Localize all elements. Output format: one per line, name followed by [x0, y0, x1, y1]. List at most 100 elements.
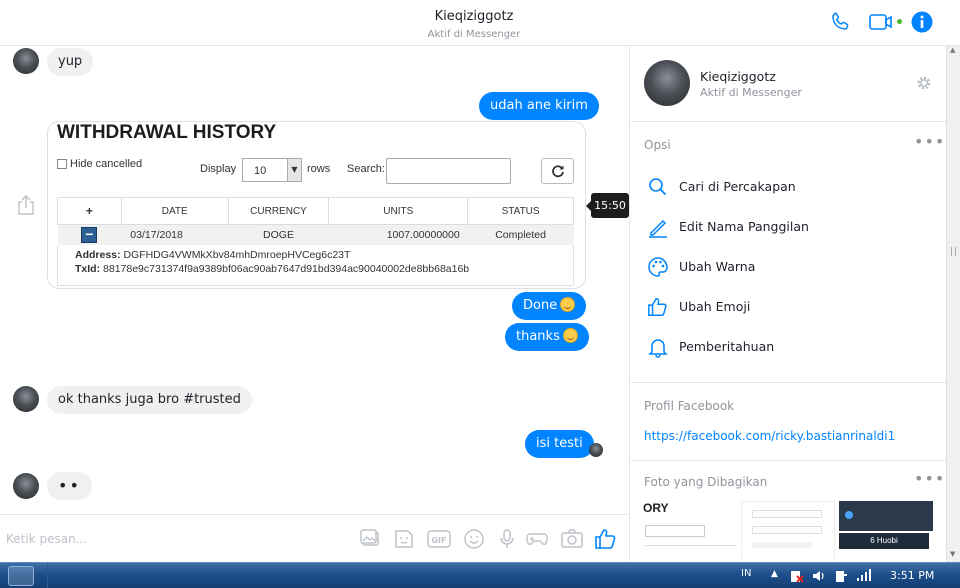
message-outgoing[interactable]: isi testi — [525, 430, 594, 458]
contact-status: Aktif di Messenger — [427, 29, 521, 40]
thumb-field — [645, 525, 705, 537]
scroll-up-arrow-icon[interactable]: ▲ — [950, 46, 955, 54]
rows-select-value: 10 — [254, 165, 267, 177]
contact-avatar[interactable] — [13, 48, 39, 74]
conversation-header: Kieqiziggotz Aktif di Messenger — [0, 0, 960, 46]
display-label: Display — [200, 163, 237, 175]
more-options-icon[interactable]: ••• — [914, 132, 945, 151]
thumbs-up-icon[interactable] — [594, 527, 618, 551]
hide-cancelled-label: Hide cancelled — [70, 158, 143, 170]
emoji-icon[interactable] — [462, 527, 486, 551]
language-indicator[interactable]: IN — [741, 568, 751, 579]
profile-avatar[interactable] — [644, 60, 690, 106]
action-center-icon[interactable] — [790, 569, 804, 583]
scroll-grip-icon[interactable] — [951, 247, 956, 256]
profile-name[interactable]: Kieqiziggotz — [700, 69, 776, 84]
volume-icon[interactable] — [812, 569, 826, 583]
pencil-icon — [649, 219, 667, 238]
thumb-dot-icon — [845, 511, 853, 519]
txid-value: 88178e9c731374f9a9389bf06ac90ab7647d91bd… — [103, 263, 470, 275]
options-label: Opsi — [644, 138, 671, 152]
clock[interactable]: 3:51 PM — [890, 569, 934, 582]
phone-icon[interactable] — [829, 11, 851, 33]
info-icon[interactable] — [911, 11, 933, 33]
power-icon[interactable] — [834, 568, 848, 583]
message-incoming[interactable]: ok thanks juga bro #trusted — [47, 386, 252, 414]
shared-image-withdrawal-history[interactable]: WITHDRAWAL HISTORY Hide cancelled Displa… — [47, 121, 586, 289]
contact-name[interactable]: Kieqiziggotz — [0, 9, 948, 24]
table-row: − 03/17/2018 DOGE 1007.00000000 Complete… — [57, 224, 574, 245]
shared-photo-thumbnail[interactable]: ORY — [643, 501, 737, 562]
facebook-profile-link[interactable]: https://facebook.com/ricky.bastianrinald… — [644, 429, 895, 443]
txid-line: TxId: 88178e9c731374f9a9389bf06ac90ab764… — [75, 262, 573, 276]
col-date: DATE — [120, 197, 229, 225]
option-change-emoji[interactable]: Ubah Emoji — [631, 287, 946, 327]
message-text: Done — [523, 298, 558, 313]
collapse-cell: − — [57, 224, 122, 245]
withdrawal-history-title: WITHDRAWAL HISTORY — [57, 122, 277, 143]
option-notifications[interactable]: Pemberitahuan — [631, 327, 946, 367]
options-section: Opsi ••• Cari di Percakapan Edit Nama Pa… — [631, 122, 946, 383]
address-value: DGFHDG4VWMkXbv84mhDmroepHVCeg6c23T — [123, 249, 351, 261]
facebook-profile-label: Profil Facebook — [644, 399, 735, 413]
contact-avatar[interactable] — [13, 473, 39, 499]
option-label: Cari di Percakapan — [679, 179, 796, 194]
gear-icon[interactable] — [916, 75, 932, 91]
smiley-emoji-icon — [560, 297, 576, 312]
contact-avatar[interactable] — [13, 386, 39, 412]
profile-section: Kieqiziggotz Aktif di Messenger — [631, 46, 946, 122]
more-photos-icon[interactable]: ••• — [914, 469, 945, 488]
windows-taskbar: IN ▲ 3:51 PM — [0, 562, 960, 588]
col-units: UNITS — [328, 197, 469, 225]
option-edit-nickname[interactable]: Edit Nama Panggilan — [631, 207, 946, 247]
microphone-icon[interactable] — [495, 527, 519, 551]
tray-expand-icon[interactable]: ▲ — [771, 569, 778, 579]
network-signal-icon[interactable] — [856, 569, 872, 581]
message-composer: GIF — [0, 514, 630, 562]
scroll-down-arrow-icon[interactable]: ▼ — [950, 550, 955, 558]
typing-indicator: •• — [47, 472, 92, 500]
refresh-button-image — [541, 158, 574, 184]
option-label: Ubah Emoji — [679, 299, 751, 314]
option-change-color[interactable]: Ubah Warna — [631, 247, 946, 287]
game-controller-icon[interactable] — [525, 527, 549, 551]
message-outgoing[interactable]: udah ane kirim — [479, 92, 599, 120]
gif-icon[interactable]: GIF — [427, 527, 451, 551]
thumbs-up-icon — [648, 298, 667, 316]
col-currency: CURRENCY — [227, 197, 330, 225]
message-incoming[interactable]: yup — [47, 48, 94, 76]
message-input[interactable] — [6, 527, 336, 551]
profile-status: Aktif di Messenger — [700, 86, 802, 99]
row-units: 1007.00000000 — [328, 224, 468, 245]
address-line: Address: DGFHDG4VWMkXbv84mhDmroepHVCeg6c… — [75, 248, 573, 262]
camera-icon[interactable] — [560, 527, 584, 551]
shared-photo-thumbnail[interactable] — [741, 501, 835, 562]
message-outgoing[interactable]: Done — [512, 292, 587, 320]
shared-photos-label: Foto yang Dibagikan — [644, 475, 768, 489]
row-currency: DOGE — [228, 224, 329, 245]
message-text: thanks — [516, 329, 560, 344]
thumb-divider — [645, 545, 737, 546]
search-icon — [649, 178, 667, 196]
option-search-conversation[interactable]: Cari di Percakapan — [631, 167, 946, 207]
address-label: Address: — [75, 249, 121, 261]
sticker-icon[interactable] — [392, 527, 416, 551]
seen-avatar — [589, 443, 603, 457]
shared-photo-thumbnail[interactable]: 6 Huobi — [839, 501, 933, 562]
thumb-header — [839, 501, 933, 531]
video-call-icon[interactable] — [869, 13, 895, 31]
message-list[interactable]: yup udah ane kirim WITHDRAWAL HISTORY Hi… — [0, 46, 630, 514]
svg-text:GIF: GIF — [431, 536, 446, 545]
rows-label: rows — [307, 163, 331, 175]
share-icon[interactable] — [16, 194, 36, 216]
refresh-icon — [551, 165, 564, 178]
taskbar-start-area — [0, 563, 48, 588]
vertical-scrollbar[interactable]: ▲ ▼ — [946, 46, 960, 562]
online-dot-icon — [897, 19, 902, 24]
option-label: Edit Nama Panggilan — [679, 219, 809, 234]
image-icon[interactable] — [359, 527, 383, 551]
conversation-info-panel: Kieqiziggotz Aktif di Messenger Opsi •••… — [631, 46, 946, 562]
row-date: 03/17/2018 — [121, 224, 229, 245]
col-expand: + — [57, 197, 122, 225]
message-outgoing[interactable]: thanks — [505, 323, 589, 351]
